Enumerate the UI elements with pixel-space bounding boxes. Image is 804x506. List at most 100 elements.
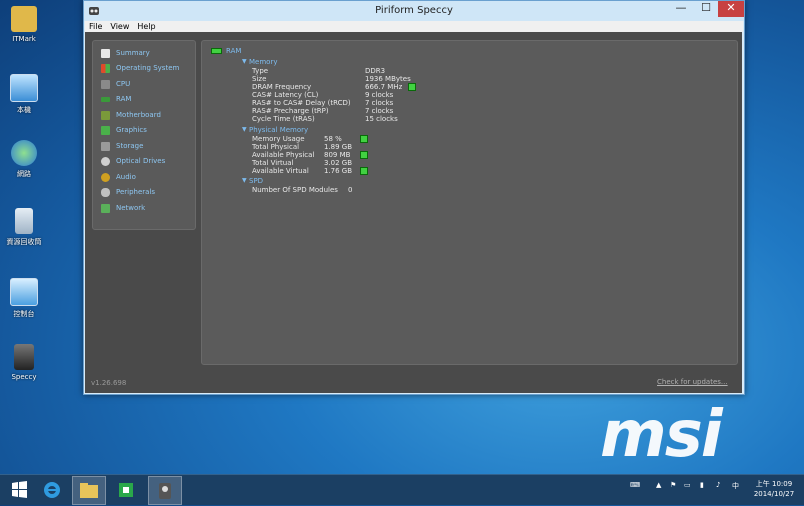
system-clock[interactable]: 上午 10:09 2014/10/27 (746, 479, 802, 499)
sidebar-item-operating-system[interactable]: Operating System (101, 62, 179, 74)
desktop-icon-itmark[interactable]: ITMark (4, 6, 44, 43)
sidebar-item-label: Operating System (116, 64, 180, 72)
sidebar-item-label: Audio (116, 173, 136, 181)
menu-view[interactable]: View (106, 21, 133, 32)
memory-usage-label: Memory Usage (252, 135, 305, 143)
total-virtual-value: 3.02 GB (324, 159, 353, 167)
summary-icon (101, 48, 110, 58)
maximize-button[interactable]: ☐ (694, 1, 718, 17)
check-updates-link[interactable]: Check for updates... (657, 378, 728, 386)
total-physical-value: 1.89 GB (324, 143, 353, 151)
cpu-icon (101, 79, 110, 89)
sidebar-item-cpu[interactable]: CPU (101, 78, 130, 90)
optical-disc-icon (101, 156, 110, 166)
desktop-icon-label: Speccy (11, 373, 37, 381)
dram-frequency-label: DRAM Frequency (252, 83, 312, 91)
speccy-window: Piriform Speccy — ☐ ✕ File View Help Summa… (83, 0, 745, 395)
ras-precharge-value: 7 clocks (365, 107, 394, 115)
sidebar: Summary Operating System CPU RAM Motherb… (92, 40, 196, 230)
input-language-icon[interactable]: 中 (732, 481, 739, 491)
window-title: Piriform Speccy (375, 5, 453, 16)
menu-bar: File View Help (85, 21, 743, 32)
sidebar-item-audio[interactable]: Audio (101, 171, 136, 183)
desktop-icon-this-pc[interactable]: 本機 (4, 74, 44, 115)
spd-modules-value: 0 (348, 186, 353, 194)
show-hidden-icons-icon[interactable]: ▲ (656, 481, 661, 489)
minimize-button[interactable]: — (668, 1, 694, 17)
recycle-bin-icon (15, 208, 33, 234)
network-globe-icon (11, 140, 37, 166)
storage-icon (101, 141, 110, 151)
network-icon (101, 203, 110, 213)
section-heading-ram: RAM (226, 47, 242, 55)
graph-indicator-icon[interactable] (360, 167, 368, 175)
section-physical-memory[interactable]: Physical Memory (249, 126, 308, 134)
available-virtual-label: Available Virtual (252, 167, 309, 175)
graph-indicator-icon[interactable] (360, 151, 368, 159)
graph-indicator-icon[interactable] (408, 83, 416, 91)
windows-icon (101, 63, 110, 73)
volume-icon[interactable]: ♪ (716, 481, 720, 489)
start-button[interactable] (3, 476, 35, 503)
taskbar: ⌨ ▲ ⚑ ▭ ▮ ♪ 中 上午 10:09 2014/10/27 (0, 474, 804, 505)
ras-precharge-label: RAS# Precharge (tRP) (252, 107, 329, 115)
menu-file[interactable]: File (85, 21, 106, 32)
itmark-icon (11, 6, 37, 32)
desktop-icon-recycle-bin[interactable]: 資源回收筒 (4, 208, 44, 247)
available-physical-label: Available Physical (252, 151, 315, 159)
clock-time: 上午 10:09 (755, 480, 793, 488)
menu-help[interactable]: Help (133, 21, 159, 32)
collapse-arrow-icon[interactable]: ▼ (242, 126, 247, 133)
network-signal-icon[interactable]: ▮ (700, 481, 704, 489)
memory-size-label: Size (252, 75, 267, 83)
sidebar-item-ram[interactable]: RAM (101, 93, 131, 105)
sidebar-item-motherboard[interactable]: Motherboard (101, 109, 161, 121)
ram-heading-icon (211, 48, 222, 54)
audio-icon (101, 172, 110, 182)
computer-icon (10, 74, 38, 102)
ram-icon (101, 96, 110, 102)
desktop-icon-label: 網路 (17, 170, 31, 178)
memory-size-value: 1936 MBytes (365, 75, 411, 83)
close-button[interactable]: ✕ (718, 1, 744, 17)
taskbar-file-explorer-button[interactable] (72, 476, 106, 505)
content-area: Summary Operating System CPU RAM Motherb… (85, 32, 742, 393)
windows-start-icon (12, 481, 27, 498)
display-icon[interactable]: ▭ (684, 481, 691, 489)
graphics-icon (101, 125, 110, 135)
sidebar-item-label: Network (116, 204, 146, 212)
desktop-icon-label: 控制台 (13, 310, 35, 318)
collapse-arrow-icon[interactable]: ▼ (242, 58, 247, 65)
taskbar-ie-button[interactable] (36, 476, 68, 503)
taskbar-speccy-button[interactable] (148, 476, 182, 505)
total-virtual-label: Total Virtual (252, 159, 294, 167)
title-bar[interactable]: Piriform Speccy — ☐ ✕ (84, 1, 744, 21)
sidebar-item-label: RAM (116, 95, 132, 103)
mouse-icon (101, 187, 110, 197)
sidebar-item-optical-drives[interactable]: Optical Drives (101, 155, 165, 167)
memory-type-value: DDR3 (365, 67, 386, 75)
keyboard-icon[interactable]: ⌨ (630, 481, 640, 489)
clock-date: 2014/10/27 (753, 490, 795, 498)
graph-indicator-icon[interactable] (360, 135, 368, 143)
sidebar-item-graphics[interactable]: Graphics (101, 124, 147, 136)
folder-icon (80, 483, 98, 498)
sidebar-item-label: Storage (116, 142, 144, 150)
spd-modules-label: Number Of SPD Modules (252, 186, 338, 194)
desktop-icon-network[interactable]: 網路 (4, 140, 44, 179)
total-physical-label: Total Physical (252, 143, 300, 151)
desktop-icon-control-panel[interactable]: 控制台 (4, 278, 44, 319)
store-icon (119, 483, 133, 497)
sidebar-item-storage[interactable]: Storage (101, 140, 143, 152)
sidebar-item-peripherals[interactable]: Peripherals (101, 186, 155, 198)
sidebar-item-summary[interactable]: Summary (101, 47, 150, 59)
desktop-icon-speccy[interactable]: Speccy (4, 344, 44, 381)
section-spd[interactable]: SPD (249, 177, 263, 185)
action-center-flag-icon[interactable]: ⚑ (670, 481, 676, 489)
speccy-taskbar-icon (159, 483, 171, 499)
section-memory[interactable]: Memory (249, 58, 277, 66)
collapse-arrow-icon[interactable]: ▼ (242, 177, 247, 184)
taskbar-store-button[interactable] (110, 476, 142, 503)
sidebar-item-network[interactable]: Network (101, 202, 145, 214)
sidebar-item-label: Summary (116, 49, 150, 57)
